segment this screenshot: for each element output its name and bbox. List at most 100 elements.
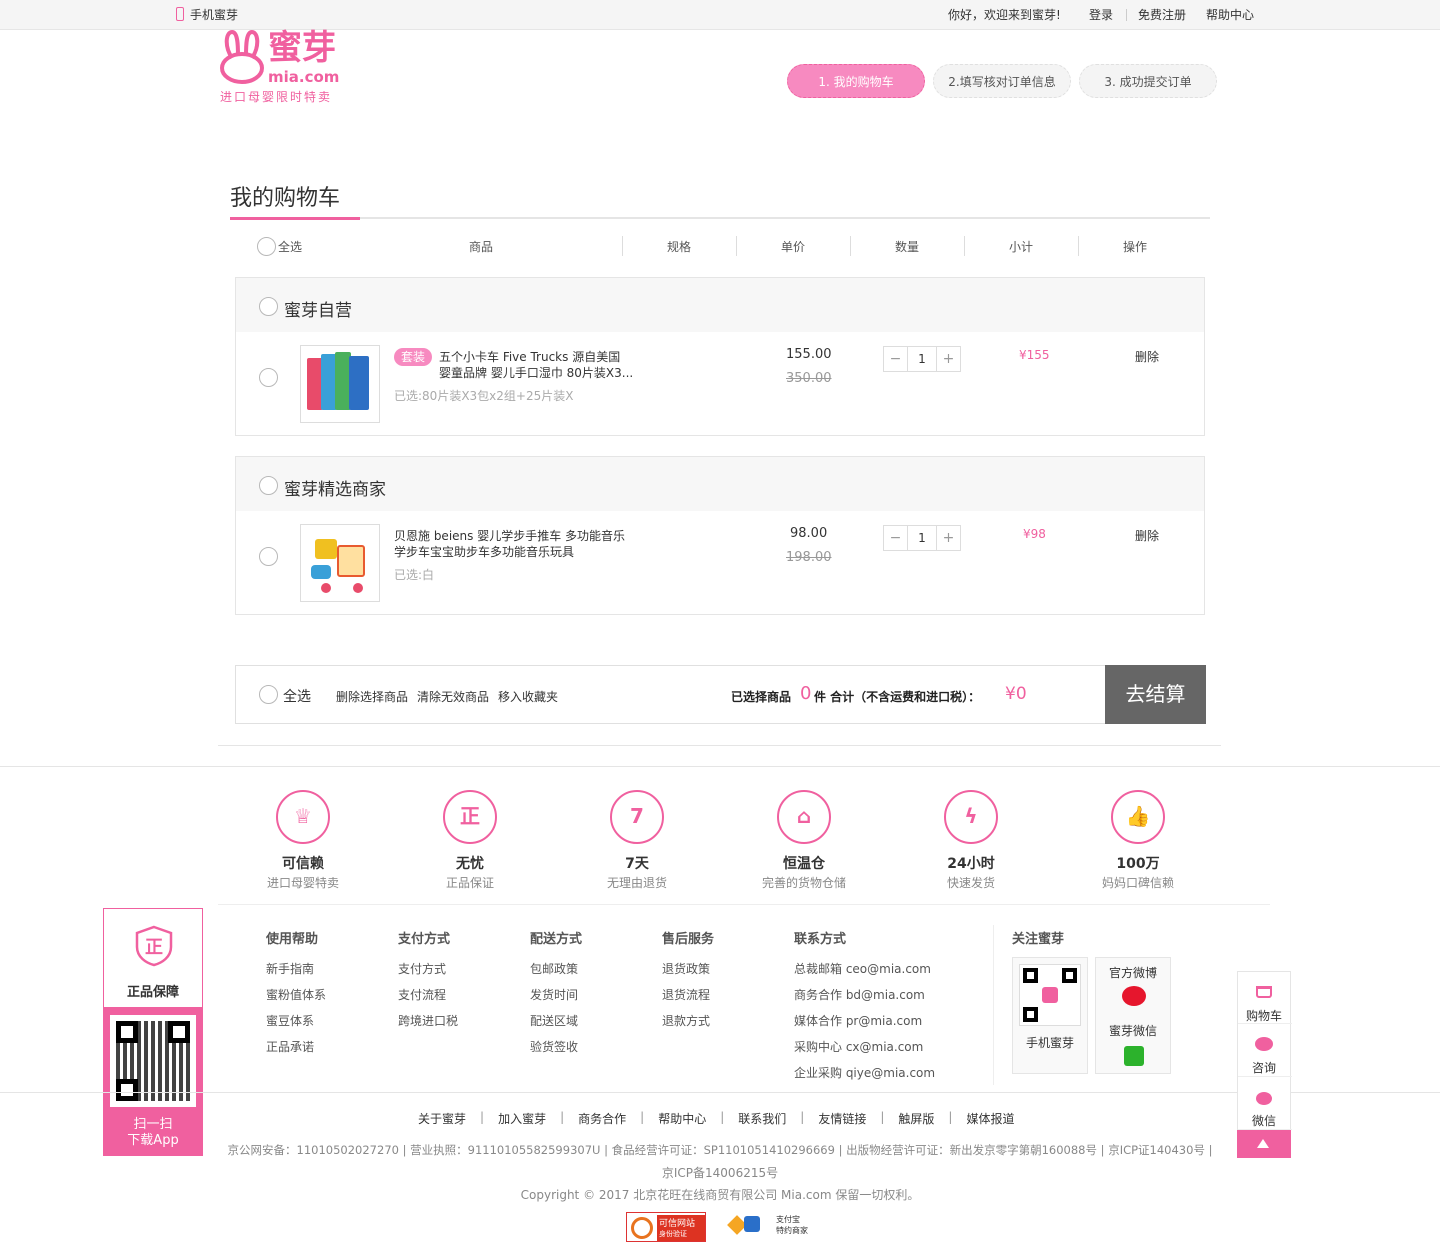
help-link[interactable]: 配送区域	[530, 1012, 578, 1029]
select-all-radio[interactable]	[259, 685, 278, 704]
product-title-line1[interactable]: 贝恩施 beiens 婴儿学步手推车 多功能音乐	[394, 527, 625, 544]
follow-title: 关注蜜芽	[1012, 932, 1065, 947]
warehouse-icon: ⌂	[777, 790, 831, 844]
contact-email[interactable]: 总裁邮箱 ceo@mia.com	[794, 960, 931, 977]
trusted-sub-label: 身份验证	[659, 1230, 687, 1238]
footer-link[interactable]: 关于蜜芽	[418, 1110, 466, 1127]
divider	[218, 904, 1270, 905]
weibo-icon[interactable]	[1122, 986, 1146, 1006]
step-1: 1. 我的购物车	[787, 64, 925, 98]
logo-slogan: 进口母婴限时特卖	[220, 90, 333, 104]
mobile-link[interactable]: 手机蜜芽	[190, 0, 238, 30]
product-title-line1[interactable]: 五个小卡车 Five Trucks 源自美国	[439, 348, 620, 365]
footer-link[interactable]: 友情链接	[818, 1110, 866, 1127]
welcome-text: 你好，欢迎来到蜜芽!	[948, 8, 1061, 22]
clear-invalid-link[interactable]: 清除无效商品	[417, 688, 489, 705]
help-link[interactable]: 跨境进口税	[398, 1012, 458, 1029]
help-link[interactable]: 蜜粉值体系	[266, 986, 326, 1003]
qty-plus-button[interactable]: +	[936, 526, 960, 550]
checkout-bar: 全选 删除选择商品 清除无效商品 移入收藏夹 已选择商品 0 件 合计（不含运费…	[235, 665, 1206, 724]
help-link[interactable]: 验货签收	[530, 1038, 578, 1055]
help-link[interactable]: 帮助中心	[1206, 0, 1254, 30]
product-title-line2[interactable]: 学步车宝宝助步车多功能音乐玩具	[394, 543, 574, 560]
mobile-qr-card[interactable]: 手机蜜芽	[1012, 957, 1088, 1074]
shop-radio[interactable]	[259, 476, 278, 495]
help-column: 配送方式 包邮政策 发货时间 配送区域 验货签收	[530, 928, 582, 1054]
contact-email[interactable]: 媒体合作 pr@mia.com	[794, 1012, 922, 1029]
qty-minus-button[interactable]: −	[884, 526, 908, 550]
original-price: 198.00	[786, 550, 832, 565]
help-link[interactable]: 包邮政策	[530, 960, 578, 977]
help-link[interactable]: 新手指南	[266, 960, 314, 977]
bunny-logo-icon	[220, 30, 264, 84]
contact-email[interactable]: 商务合作 bd@mia.com	[794, 986, 925, 1003]
col-price: 单价	[781, 240, 806, 254]
shop-radio[interactable]	[259, 297, 278, 316]
qty-plus-button[interactable]: +	[936, 347, 960, 371]
feature-title: 24小时	[947, 856, 995, 872]
select-all-label[interactable]: 全选	[283, 686, 311, 706]
col-select-all[interactable]: 全选	[278, 238, 302, 255]
help-link[interactable]: 支付流程	[398, 986, 446, 1003]
delete-button[interactable]: 删除	[1135, 527, 1159, 544]
arrow-up-icon	[1257, 1139, 1269, 1148]
qr-code-icon	[1019, 964, 1081, 1026]
qty-minus-button[interactable]: −	[884, 347, 908, 371]
bundle-tag: 套装	[394, 348, 433, 366]
footer-link[interactable]: 商务合作	[578, 1110, 626, 1127]
product-selected-spec: 已选:80片装X3包x2组+25片装X	[394, 389, 574, 403]
login-link[interactable]: 登录	[1089, 0, 1113, 30]
feature-sub: 进口母婴特卖	[266, 876, 339, 890]
col-divider	[964, 236, 965, 256]
sidebar-cart-button[interactable]: 购物车	[1238, 972, 1292, 1024]
alipay-badge[interactable]: 支付宝 特约商家	[727, 1212, 820, 1242]
select-all-radio[interactable]	[257, 237, 276, 256]
help-link[interactable]: 蜜豆体系	[266, 1012, 314, 1029]
help-column: 支付方式 支付方式 支付流程 跨境进口税	[398, 928, 458, 1028]
item-radio[interactable]	[259, 368, 278, 387]
qty-input[interactable]: 1	[908, 526, 936, 550]
qty-input[interactable]: 1	[908, 347, 936, 371]
delete-selected-link[interactable]: 删除选择商品	[336, 688, 408, 705]
footer-link[interactable]: 联系我们	[738, 1110, 786, 1127]
weibo-label[interactable]: 官方微博	[1096, 964, 1170, 981]
trusted-site-badge[interactable]: 可信网站 身份验证	[626, 1212, 706, 1242]
help-link[interactable]: 支付方式	[398, 960, 446, 977]
quantity-stepper: − 1 +	[883, 346, 961, 372]
shop-group: 蜜芽精选商家 贝恩施 beiens 婴儿学步手推车 多功能音乐 学步车宝宝助步车…	[235, 456, 1205, 615]
help-link[interactable]: 退货流程	[662, 986, 710, 1003]
col-qty: 数量	[895, 240, 920, 254]
logo[interactable]: 蜜芽 mia.com 进口母婴限时特卖	[218, 30, 358, 106]
contact-email[interactable]: 采购中心 cx@mia.com	[794, 1038, 923, 1055]
genuine-icon: 正	[443, 790, 497, 844]
footer-link[interactable]: 触屏版	[898, 1110, 934, 1127]
wechat-icon[interactable]	[1124, 1046, 1144, 1066]
wechat-label[interactable]: 蜜芽微信	[1096, 1022, 1170, 1039]
move-favorites-link[interactable]: 移入收藏夹	[498, 688, 558, 705]
checkout-button[interactable]: 去结算	[1105, 665, 1206, 724]
product-title-line2[interactable]: 婴童品牌 婴儿手口湿巾 80片装X3...	[439, 364, 633, 381]
footer-link[interactable]: 加入蜜芽	[498, 1110, 546, 1127]
back-to-top-button[interactable]	[1237, 1130, 1291, 1158]
footer-link[interactable]: 帮助中心	[658, 1110, 706, 1127]
help-link[interactable]: 正品承诺	[266, 1038, 314, 1055]
help-column-title: 联系方式	[794, 932, 847, 947]
product-image[interactable]	[300, 345, 380, 423]
qr-code-icon[interactable]	[110, 1015, 196, 1107]
logo-text-cn: 蜜芽	[268, 28, 336, 68]
help-link[interactable]: 退货政策	[662, 960, 710, 977]
help-link[interactable]: 退款方式	[662, 1012, 710, 1029]
col-spec: 规格	[667, 240, 692, 254]
help-link[interactable]: 发货时间	[530, 986, 578, 1003]
footer-link[interactable]: 媒体报道	[966, 1110, 1014, 1127]
product-image[interactable]	[300, 524, 380, 602]
item-radio[interactable]	[259, 547, 278, 566]
svg-text:正: 正	[145, 937, 163, 958]
feature-title: 100万	[1116, 856, 1160, 872]
contact-email[interactable]: 企业采购 qiye@mia.com	[794, 1064, 935, 1081]
register-link[interactable]: 免费注册	[1138, 0, 1186, 30]
sidebar-wechat-button[interactable]: 微信	[1238, 1078, 1292, 1130]
delete-button[interactable]: 删除	[1135, 348, 1159, 365]
sidebar-consult-button[interactable]: 咨询	[1238, 1025, 1292, 1077]
feature-sub: 快速发货	[946, 876, 995, 890]
